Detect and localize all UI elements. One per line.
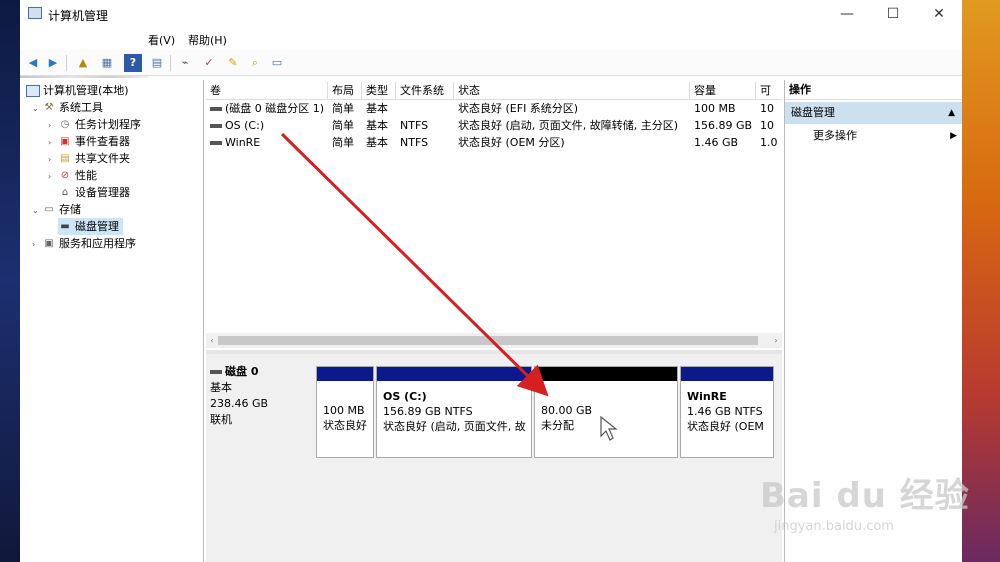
table-row[interactable]: OS (C:) 简单 基本 NTFS 状态良好 (启动, 页面文件, 故障转储,… [206,117,782,134]
more-actions-item[interactable]: 更多操作 ▶ [785,126,962,146]
horizontal-scrollbar[interactable]: ‹ › [206,333,782,348]
disk-type: 基本 [210,381,232,394]
toolbar: ◀ ▶ ▲ ▦ ? ▤ ⌁ ✓ ✎ ⌕ ▭ [20,50,962,76]
table-row[interactable]: (磁盘 0 磁盘分区 1) 简单 基本 状态良好 (EFI 系统分区) 100 … [206,100,782,117]
view-icon[interactable]: ▭ [268,54,286,72]
desktop-wallpaper-left [0,0,20,562]
event-icon: ▣ [60,136,70,147]
tree-item-shared-folders[interactable]: › ▤ 共享文件夹 [48,150,130,167]
maximize-button[interactable]: ☐ [870,2,916,26]
watermark-main: Bai du 经验 [760,476,970,516]
scroll-left-icon[interactable]: ‹ [206,333,218,348]
scroll-right-icon[interactable]: › [770,333,782,348]
expand-icon[interactable]: › [48,168,58,185]
disk-icon: ▬ [60,221,70,232]
baidu-watermark: Bai du 经验 jingyan.baidu.com [760,468,970,534]
scrollbar-thumb[interactable] [218,336,758,345]
partition-unallocated[interactable]: 80.00 GB 未分配 [534,366,678,458]
tree-item-performance[interactable]: › ⊘ 性能 [48,167,97,184]
drive-icon [210,124,222,128]
column-header-type[interactable]: 类型 [362,82,396,100]
back-icon[interactable]: ◀ [24,54,42,72]
properties-icon[interactable]: ▤ [148,54,166,72]
disk-size: 238.46 GB [210,397,269,410]
clock-icon: ◷ [60,119,70,130]
menu-bar: 看(V) 帮助(H) [20,28,962,78]
close-button[interactable]: ✕ [916,2,962,26]
tree-item-services-applications[interactable]: › ▣ 服务和应用程序 [32,235,136,252]
disk-info[interactable]: 磁盘 0 基本 238.46 GB 联机 [210,364,314,458]
tree-item-system-tools[interactable]: ⌄ ⚒ 系统工具 [32,99,103,116]
column-header-available[interactable]: 可 [756,82,782,100]
actions-header: 操作 [785,80,962,100]
tree-item-storage[interactable]: ⌄ ▭ 存储 [32,201,81,218]
help-icon[interactable]: ? [124,54,142,72]
check-icon[interactable]: ✓ [200,54,218,72]
partition-bar [377,367,531,381]
expand-icon[interactable]: › [48,134,58,151]
table-row[interactable]: WinRE 简单 基本 NTFS 状态良好 (OEM 分区) 1.46 GB 1… [206,134,782,151]
storage-icon: ▭ [44,204,54,215]
minimize-button[interactable]: — [824,2,870,26]
column-header-status[interactable]: 状态 [454,82,690,100]
expand-icon[interactable]: › [48,151,58,168]
watermark-sub: jingyan.baidu.com [774,519,894,534]
disk-icon [210,370,222,374]
forward-icon[interactable]: ▶ [44,54,62,72]
partition-os-c[interactable]: OS (C:) 156.89 GB NTFS 状态良好 (启动, 页面文件, 故 [376,366,532,458]
computer-icon [26,85,40,97]
column-header-capacity[interactable]: 容量 [690,82,756,100]
drive-icon [210,141,222,145]
collapse-up-icon[interactable]: ▲ [948,102,955,124]
collapse-icon[interactable]: ⌄ [32,202,42,219]
tree-item-device-manager[interactable]: ⌂ 设备管理器 [58,184,130,201]
up-folder-icon[interactable]: ▲ [74,54,92,72]
drive-icon [210,107,222,111]
submenu-arrow-icon: ▶ [950,131,957,141]
menu-help[interactable]: 帮助(H) [188,32,227,48]
partition-winre[interactable]: WinRE 1.46 GB NTFS 状态良好 (OEM [680,366,774,458]
tree-item-disk-management[interactable]: ▬ 磁盘管理 [58,218,123,235]
partition-bar [317,367,373,381]
actions-section-disk-management[interactable]: 磁盘管理 ▲ [785,102,962,124]
tree-item-event-viewer[interactable]: › ▣ 事件查看器 [48,133,130,150]
partition-bar [535,367,677,381]
wizard-icon[interactable]: ✎ [224,54,242,72]
partition-bar [681,367,773,381]
partition-efi[interactable]: 100 MB 状态良好 [316,366,374,458]
expand-icon[interactable]: › [48,117,58,134]
tree-item-computer-management[interactable]: 计算机管理(本地) [26,82,129,99]
volume-table-header: 卷 布局 类型 文件系统 状态 容量 可 [206,82,782,100]
device-icon: ⌂ [61,187,69,198]
disk-state: 联机 [210,413,232,426]
connect-icon[interactable]: ⌁ [176,54,194,72]
collapse-icon[interactable]: ⌄ [32,100,42,117]
title-bar: 计算机管理 — ☐ ✕ [20,0,962,28]
column-header-layout[interactable]: 布局 [328,82,362,100]
search-icon[interactable]: ⌕ [246,54,264,72]
mouse-cursor-icon [600,416,618,441]
disk-management-pane: 卷 布局 类型 文件系统 状态 容量 可 (磁盘 0 磁盘分区 1) 简单 基本… [206,80,782,562]
window-title: 计算机管理 [48,9,109,23]
column-header-filesystem[interactable]: 文件系统 [396,82,454,100]
computer-management-icon [28,7,42,19]
expand-icon[interactable]: › [32,236,42,253]
tree-item-task-scheduler[interactable]: › ◷ 任务计划程序 [48,116,141,133]
show-hide-tree-icon[interactable]: ▦ [98,54,116,72]
disk-layout-area: 磁盘 0 基本 238.46 GB 联机 100 MB 状态良好 OS (C:)… [206,354,782,562]
menu-view[interactable]: 看(V) [148,32,175,48]
disk-name: 磁盘 0 [225,365,259,378]
folder-icon: ▤ [60,153,70,164]
navigation-tree: 计算机管理(本地) ⌄ ⚒ 系统工具 › ◷ 任务计划程序 › ▣ 事件查看器 › ▤ 共享文件… [24,80,204,562]
services-icon: ▣ [44,238,54,249]
performance-icon: ⊘ [60,170,70,181]
tools-icon: ⚒ [44,102,54,113]
column-header-volume[interactable]: 卷 [206,82,328,100]
